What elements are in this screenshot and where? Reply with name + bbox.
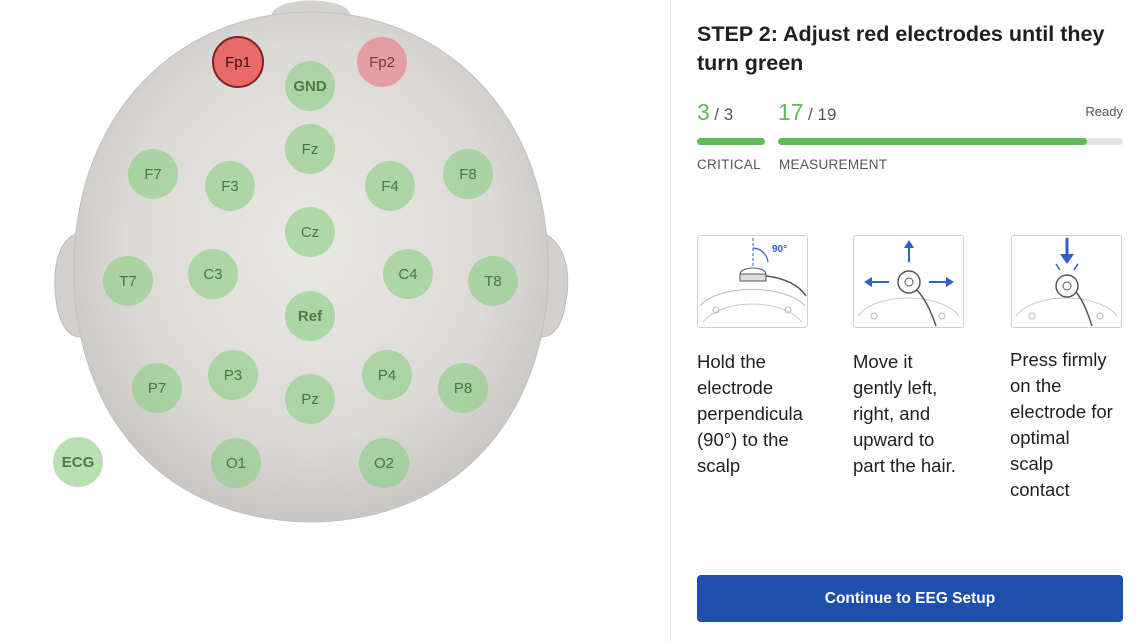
electrode-gnd[interactable]: GND bbox=[285, 61, 335, 111]
electrode-f3[interactable]: F3 bbox=[205, 161, 255, 211]
measurement-value: 17 bbox=[778, 99, 804, 125]
electrode-p8[interactable]: P8 bbox=[438, 363, 488, 413]
angle-label: 90° bbox=[772, 244, 787, 255]
electrode-fz[interactable]: Fz bbox=[285, 124, 335, 174]
continue-button[interactable]: Continue to EEG Setup bbox=[697, 575, 1123, 622]
critical-progress-fill bbox=[697, 138, 765, 145]
electrode-press-icon bbox=[1011, 235, 1122, 328]
electrode-cz[interactable]: Cz bbox=[285, 207, 335, 257]
measurement-progress-bar bbox=[778, 138, 1123, 145]
electrode-f4[interactable]: F4 bbox=[365, 161, 415, 211]
critical-label: CRITICAL bbox=[697, 157, 761, 172]
electrode-p4[interactable]: P4 bbox=[362, 350, 412, 400]
electrode-t7[interactable]: T7 bbox=[103, 256, 153, 306]
measurement-count: 17 / 19 bbox=[778, 99, 836, 126]
critical-count: 3 / 3 bbox=[697, 99, 733, 126]
step-instruction-3: Press firmly on the electrode for optima… bbox=[1010, 349, 1113, 500]
electrode-perpendicular-icon: 90° bbox=[697, 235, 808, 328]
critical-value: 3 bbox=[697, 99, 710, 125]
critical-progress-bar bbox=[697, 138, 765, 145]
electrode-ecg[interactable]: ECG bbox=[53, 437, 103, 487]
electrode-f8[interactable]: F8 bbox=[443, 149, 493, 199]
electrode-wiggle-icon bbox=[853, 235, 964, 328]
step-title: STEP 2: Adjust red electrodes until they… bbox=[697, 22, 1105, 75]
head-illustration bbox=[54, 0, 569, 523]
step-instruction-2: Move it gently left, right, and upward t… bbox=[853, 351, 956, 476]
instruction-panel: STEP 2: Adjust red electrodes until they… bbox=[671, 0, 1139, 641]
critical-total: / 3 bbox=[714, 105, 734, 124]
electrode-fp1[interactable]: Fp1 bbox=[212, 36, 264, 88]
electrode-ref[interactable]: Ref bbox=[285, 291, 335, 341]
electrode-o1[interactable]: O1 bbox=[211, 438, 261, 488]
electrode-c4[interactable]: C4 bbox=[383, 249, 433, 299]
electrode-p3[interactable]: P3 bbox=[208, 350, 258, 400]
measurement-total: / 19 bbox=[808, 105, 837, 124]
electrode-c3[interactable]: C3 bbox=[188, 249, 238, 299]
electrode-o2[interactable]: O2 bbox=[359, 438, 409, 488]
electrode-pz[interactable]: Pz bbox=[285, 374, 335, 424]
head-map-panel: Fp1 Fp2 GND Fz F7 F3 F4 F8 Cz T7 C3 C4 T… bbox=[0, 0, 670, 641]
electrode-p7[interactable]: P7 bbox=[132, 363, 182, 413]
measurement-label: MEASUREMENT bbox=[779, 157, 888, 172]
measurement-progress-fill bbox=[778, 138, 1087, 145]
status-text: Ready bbox=[1085, 104, 1123, 119]
step-instruction-1: Hold the electrode perpendicula (90°) to… bbox=[697, 351, 803, 476]
electrode-t8[interactable]: T8 bbox=[468, 256, 518, 306]
electrode-fp2[interactable]: Fp2 bbox=[357, 37, 407, 87]
electrode-f7[interactable]: F7 bbox=[128, 149, 178, 199]
